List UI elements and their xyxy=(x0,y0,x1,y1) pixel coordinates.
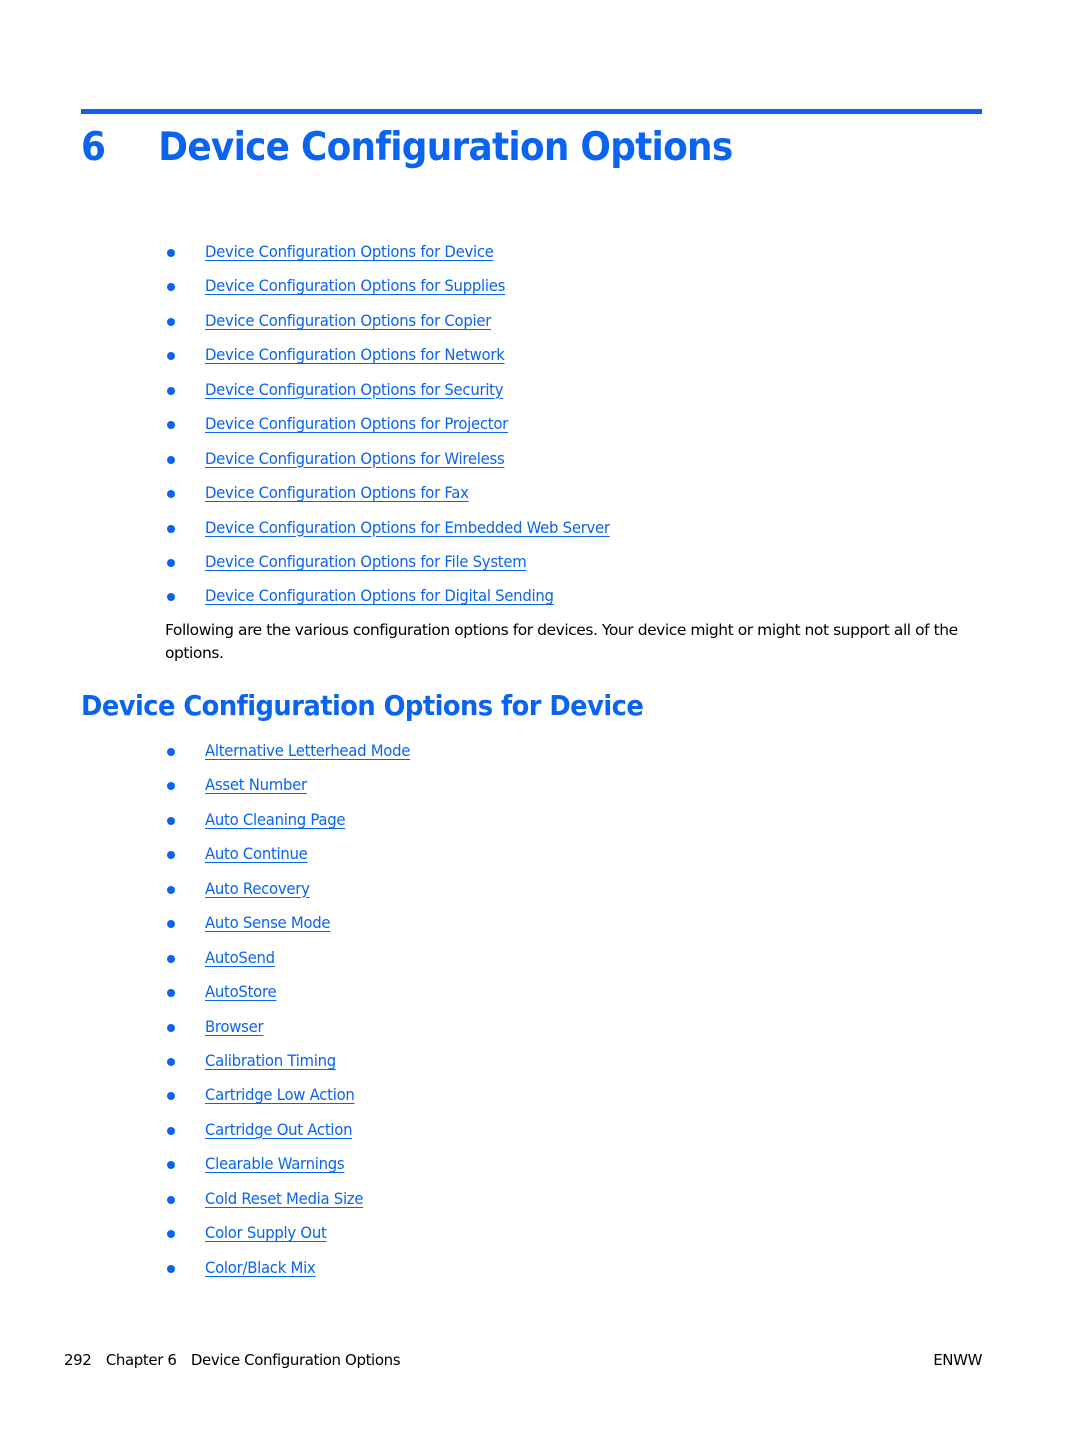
toc-link[interactable]: Device Configuration Options for Device xyxy=(205,235,494,269)
bullet-icon xyxy=(167,558,175,567)
toc-link[interactable]: Device Configuration Options for Network xyxy=(205,338,505,372)
chapter-title: 6 Device Configuration Options xyxy=(81,122,733,174)
toc-link[interactable]: Device Configuration Options for File Sy… xyxy=(205,545,527,579)
toc-link[interactable]: Device Configuration Options for Embedde… xyxy=(205,511,610,545)
bullet-icon xyxy=(167,954,175,963)
option-link[interactable]: Color Supply Out xyxy=(205,1216,327,1250)
bullet-icon xyxy=(167,386,175,395)
option-link[interactable]: Auto Sense Mode xyxy=(205,906,331,940)
bullet-icon xyxy=(167,851,175,860)
bullet-icon xyxy=(167,421,175,430)
option-link[interactable]: Cartridge Low Action xyxy=(205,1078,355,1112)
bullet-icon xyxy=(167,1264,175,1273)
option-link[interactable]: Auto Cleaning Page xyxy=(205,803,346,837)
bullet-icon xyxy=(167,593,175,602)
bullet-icon xyxy=(167,920,175,929)
option-link[interactable]: AutoSend xyxy=(205,941,275,975)
footer-chapter-title: Device Configuration Options xyxy=(190,1351,401,1369)
page-number: 292 xyxy=(64,1351,92,1369)
bullet-icon xyxy=(167,249,175,257)
bullet-icon xyxy=(167,283,175,292)
chapter-title-text: Device Configuration Options xyxy=(158,125,733,170)
option-link[interactable]: Clearable Warnings xyxy=(205,1147,345,1181)
chapter-rule xyxy=(81,109,982,114)
footer-locale-code: ENWW xyxy=(933,1351,982,1369)
footer-chapter-label: Chapter 6 xyxy=(105,1351,177,1369)
bullet-icon xyxy=(167,1230,175,1239)
bullet-icon xyxy=(167,1023,175,1032)
bullet-icon xyxy=(167,1057,175,1066)
bullet-icon xyxy=(167,989,175,998)
bullet-icon xyxy=(167,885,175,894)
bullet-icon xyxy=(167,1126,175,1135)
bullet-icon xyxy=(167,352,175,361)
intro-paragraph: Following are the various configuration … xyxy=(165,621,958,662)
chapter-number: 6 xyxy=(81,125,106,170)
toc-link[interactable]: Device Configuration Options for Fax xyxy=(205,476,469,510)
option-link[interactable]: Cold Reset Media Size xyxy=(205,1182,363,1216)
toc-link[interactable]: Device Configuration Options for Digital… xyxy=(205,579,554,613)
toc-link[interactable]: Device Configuration Options for Project… xyxy=(205,407,508,441)
toc-link[interactable]: Device Configuration Options for Wireles… xyxy=(205,442,505,476)
option-link[interactable]: Calibration Timing xyxy=(205,1044,336,1078)
bullet-icon xyxy=(167,317,175,326)
bullet-icon xyxy=(167,816,175,825)
option-link[interactable]: Asset Number xyxy=(205,768,307,802)
bullet-icon xyxy=(167,1161,175,1170)
option-link[interactable]: Auto Continue xyxy=(205,837,308,871)
bullet-icon xyxy=(167,748,175,756)
option-link[interactable]: Color/Black Mix xyxy=(205,1251,316,1285)
toc-link[interactable]: Device Configuration Options for Copier xyxy=(205,304,491,338)
section-title: Device Configuration Options for Device xyxy=(81,689,644,722)
option-link[interactable]: Browser xyxy=(205,1010,264,1044)
page-footer: 292 Chapter 6 Device Configuration Optio… xyxy=(64,1349,982,1371)
bullet-icon xyxy=(167,524,175,533)
option-link[interactable]: AutoStore xyxy=(205,975,277,1009)
bullet-icon xyxy=(167,1092,175,1101)
bullet-icon xyxy=(167,782,175,791)
toc-link[interactable]: Device Configuration Options for Supplie… xyxy=(205,269,505,303)
footer-left: 292 Chapter 6 Device Configuration Optio… xyxy=(64,1349,410,1371)
bullet-icon xyxy=(167,490,175,499)
bullet-icon xyxy=(167,1195,175,1204)
option-link[interactable]: Auto Recovery xyxy=(205,872,310,906)
option-link[interactable]: Cartridge Out Action xyxy=(205,1113,353,1147)
toc-link[interactable]: Device Configuration Options for Securit… xyxy=(205,373,504,407)
bullet-icon xyxy=(167,455,175,464)
option-link[interactable]: Alternative Letterhead Mode xyxy=(205,734,410,768)
